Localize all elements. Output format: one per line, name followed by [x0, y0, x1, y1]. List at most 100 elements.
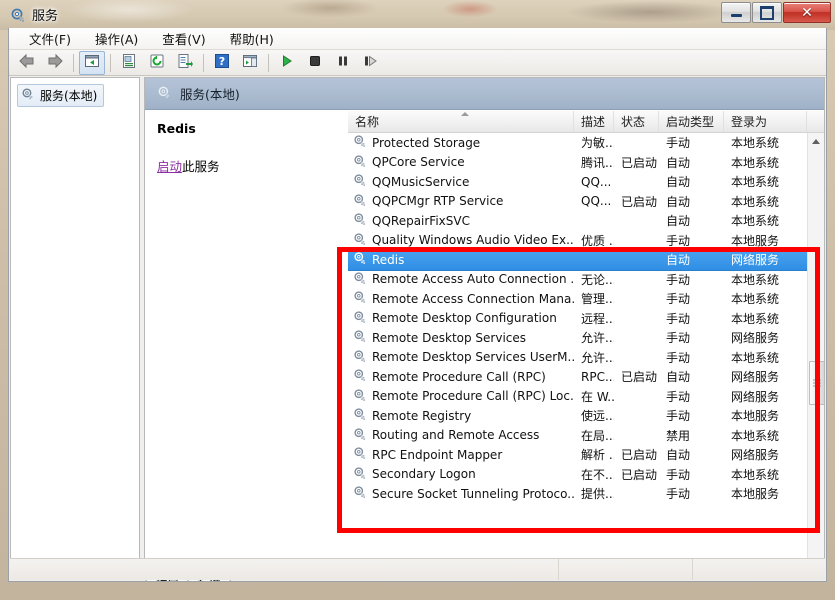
- play-icon: [280, 54, 294, 71]
- close-button[interactable]: ✕: [783, 2, 831, 23]
- chevron-up-icon: [812, 139, 820, 144]
- tree-node-services-local[interactable]: 服务(本地): [17, 84, 105, 107]
- export-list-button[interactable]: [172, 51, 198, 75]
- restart-service-button[interactable]: [358, 51, 384, 75]
- table-row[interactable]: QQMusicService QQ... 自动 本地系统: [348, 172, 807, 192]
- service-gear-icon: [353, 368, 367, 385]
- column-header-3[interactable]: 启动类型: [659, 111, 724, 132]
- service-name-label: QPCore Service: [372, 155, 465, 170]
- cell-description: QQ...: [581, 194, 612, 209]
- cell-name: Remote Access Connection Mana...: [348, 290, 574, 307]
- menu-file[interactable]: 文件(F): [17, 28, 83, 50]
- start-service-link[interactable]: 启动: [157, 159, 182, 174]
- toolbar-separator: [110, 53, 111, 72]
- back-button[interactable]: [14, 51, 40, 75]
- table-row[interactable]: Quality Windows Audio Video Ex... 优质 ... 手…: [348, 231, 807, 251]
- pause-icon: [336, 54, 350, 71]
- service-name-label: Remote Desktop Services: [372, 330, 527, 345]
- service-gear-icon: [353, 154, 367, 171]
- cell-startup: 自动: [666, 194, 691, 209]
- service-name-label: RPC Endpoint Mapper: [372, 447, 503, 462]
- scrollbar-thumb[interactable]: [809, 361, 824, 405]
- column-header-4[interactable]: 登录为: [724, 111, 807, 132]
- scroll-up-button[interactable]: [808, 133, 824, 150]
- forward-button[interactable]: [42, 51, 68, 75]
- menu-help[interactable]: 帮助(H): [218, 28, 286, 50]
- cell-description: 在局...: [581, 428, 614, 443]
- cell-startup: 手动: [666, 233, 691, 248]
- vertical-scrollbar[interactable]: [807, 133, 824, 573]
- table-row[interactable]: Secure Socket Tunneling Protoco... 提供... 手…: [348, 484, 807, 504]
- results-pane-title: 服务(本地): [180, 87, 240, 102]
- cell-description: 解析 ...: [581, 448, 614, 463]
- toolbar-separator: [73, 53, 74, 72]
- cell-startup: 自动: [666, 370, 691, 385]
- table-row[interactable]: Remote Access Auto Connection ... 无论... 手动…: [348, 270, 807, 290]
- table-row[interactable]: Remote Procedure Call (RPC) RPC... 已启动 自动 网络…: [348, 367, 807, 387]
- cell-name: Quality Windows Audio Video Ex...: [348, 232, 574, 249]
- table-row[interactable]: Secondary Logon 在不... 已启动 手动 本地系统: [348, 465, 807, 485]
- help-button[interactable]: ?: [209, 51, 235, 75]
- cell-logon: 网络服务: [731, 331, 780, 346]
- status-bar: [10, 558, 825, 580]
- menu-view[interactable]: 查看(V): [150, 28, 217, 50]
- table-row[interactable]: Remote Access Connection Mana... 管理... 手动 本…: [348, 289, 807, 309]
- minimize-button[interactable]: [721, 2, 751, 23]
- cell-status: 已启动: [621, 155, 658, 170]
- cell-status: 已启动: [621, 448, 658, 463]
- table-row[interactable]: Remote Desktop Services UserM... 允许... 手动 本…: [348, 348, 807, 368]
- cell-logon: 本地系统: [731, 428, 780, 443]
- service-name-label: Routing and Remote Access: [372, 428, 540, 443]
- column-header-label: 名称: [355, 115, 380, 129]
- service-name-label: Quality Windows Audio Video Ex...: [372, 233, 574, 248]
- table-row[interactable]: QPCore Service 腾讯... 已启动 自动 本地系统: [348, 153, 807, 173]
- table-row[interactable]: Remote Registry 使远... 手动 本地服务: [348, 406, 807, 426]
- service-name-label: QQRepairFixSVC: [372, 213, 470, 228]
- pause-service-button[interactable]: [330, 51, 356, 75]
- column-header-0[interactable]: 名称: [348, 111, 574, 132]
- cell-name: Secondary Logon: [348, 466, 574, 483]
- table-row[interactable]: Remote Desktop Configuration 远程... 手动 本地系统: [348, 309, 807, 329]
- column-header-1[interactable]: 描述: [574, 111, 614, 132]
- service-gear-icon: [353, 349, 367, 366]
- service-name-label: Remote Registry: [372, 408, 472, 423]
- stop-service-button[interactable]: [302, 51, 328, 75]
- toolbar-separator: [268, 53, 269, 72]
- table-row[interactable]: Redis 自动 网络服务: [348, 249, 807, 271]
- show-action-pane-button[interactable]: [237, 51, 263, 75]
- question-mark-icon: ?: [214, 53, 230, 72]
- properties-button[interactable]: [116, 51, 142, 75]
- table-row[interactable]: RPC Endpoint Mapper 解析 ... 已启动自动 网络服务: [348, 445, 807, 465]
- results-pane-header: 服务(本地): [145, 78, 824, 110]
- service-gear-icon: [353, 407, 367, 424]
- service-gear-icon: [353, 466, 367, 483]
- table-row[interactable]: Routing and Remote Access 在局... 禁用 本地系统: [348, 426, 807, 446]
- table-row[interactable]: Protected Storage 为敏... 手动 本地系统: [348, 133, 807, 153]
- cell-description: 管理...: [581, 292, 614, 307]
- table-row[interactable]: QQPCMgr RTP Service QQ... 已启动 自动 本地系统: [348, 192, 807, 212]
- services-window: 服务 ✕ 文件(F) 操作(A) 查看(V) 帮助(H) ? 服务(本地) 服务…: [0, 0, 835, 600]
- start-service-button[interactable]: [274, 51, 300, 75]
- maximize-button[interactable]: [752, 2, 782, 23]
- arrow-left-icon: [18, 53, 36, 72]
- menu-action[interactable]: 操作(A): [83, 28, 150, 50]
- cell-name: RPC Endpoint Mapper: [348, 446, 574, 463]
- cell-name: QQMusicService: [348, 173, 574, 190]
- show-hide-tree-button[interactable]: [79, 50, 105, 75]
- cell-startup: 自动: [666, 175, 691, 190]
- column-header-2[interactable]: 状态: [614, 111, 659, 132]
- service-name-label: Remote Access Auto Connection ...: [372, 272, 574, 287]
- table-row[interactable]: Remote Desktop Services 允许... 手动 网络服务: [348, 328, 807, 348]
- cell-logon: 本地服务: [731, 233, 780, 248]
- table-row[interactable]: QQRepairFixSVC 自动 本地系统: [348, 211, 807, 231]
- service-gear-icon: [353, 173, 367, 190]
- cell-startup: 自动: [666, 253, 691, 268]
- cell-startup: 手动: [666, 389, 691, 404]
- cell-description: 使远...: [581, 409, 614, 424]
- refresh-button[interactable]: [144, 51, 170, 75]
- table-row[interactable]: Remote Procedure Call (RPC) Loc... 在 W...…: [348, 387, 807, 407]
- cell-description: QQ...: [581, 174, 612, 189]
- services-gear-icon: [10, 7, 26, 23]
- menu-bar: 文件(F) 操作(A) 查看(V) 帮助(H): [9, 28, 826, 50]
- cell-startup: 禁用: [666, 428, 691, 443]
